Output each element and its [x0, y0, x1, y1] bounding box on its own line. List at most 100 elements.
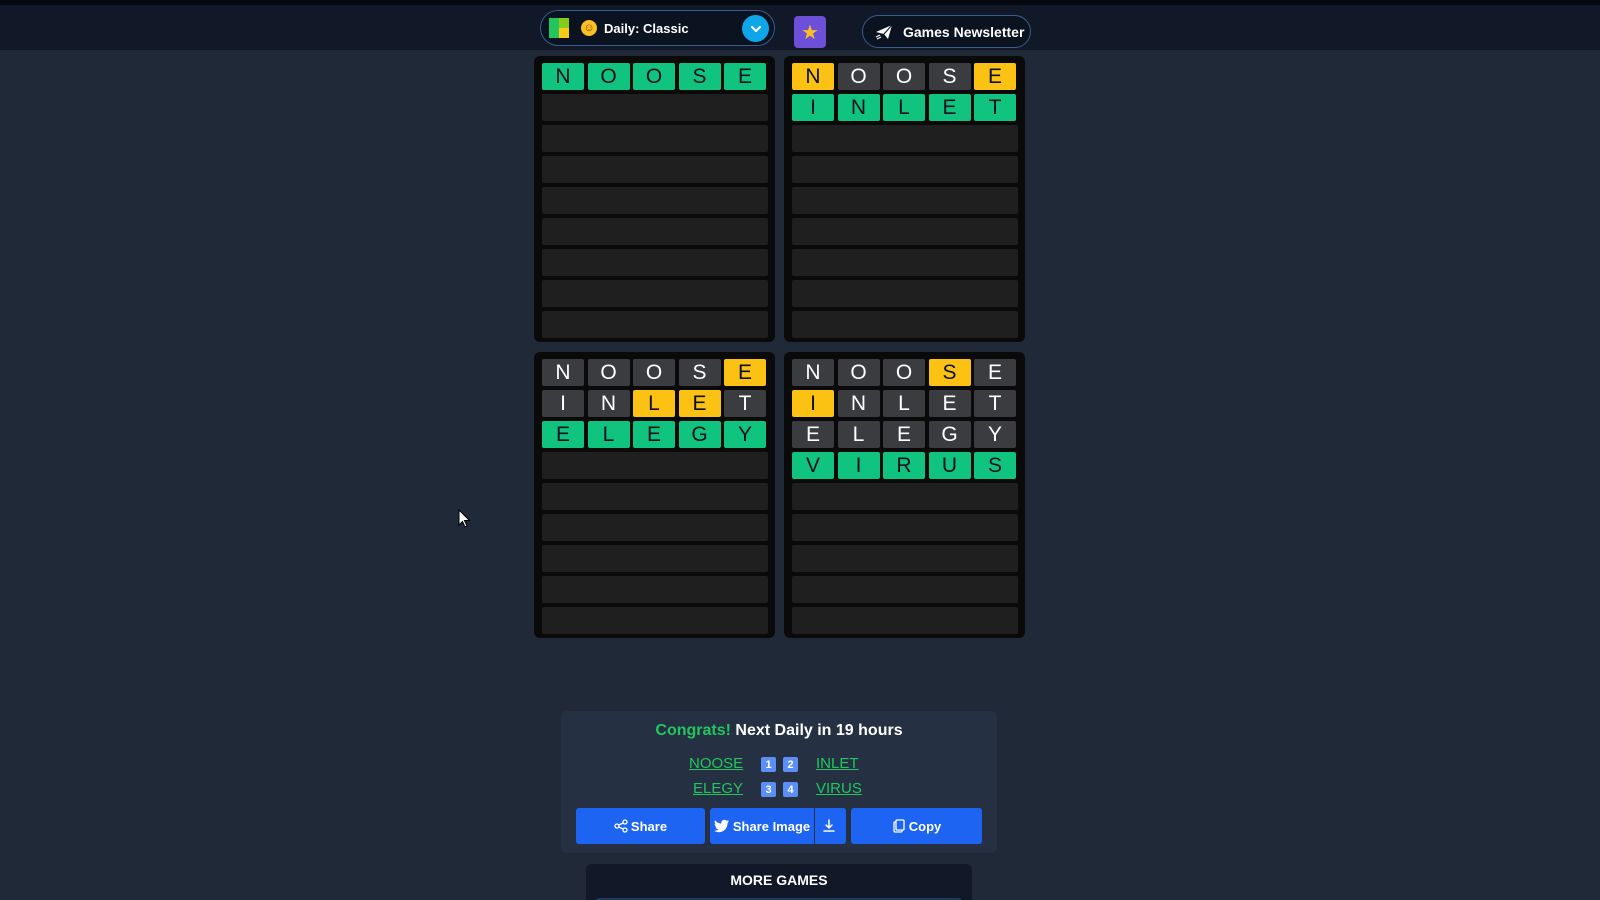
empty-row — [542, 607, 768, 634]
next-daily-text: Next Daily in 19 hours — [735, 722, 903, 739]
answer-link-inlet[interactable]: INLET — [816, 755, 859, 772]
board-badge-1: 1 — [761, 757, 776, 772]
download-button[interactable] — [815, 808, 846, 844]
letter-tile-gray: S — [678, 359, 721, 386]
letter-tile-gray: Y — [974, 421, 1016, 448]
letter-tile-green: E — [724, 63, 766, 90]
share-image-label: Share Image — [732, 818, 811, 834]
share-button[interactable]: Share — [576, 808, 705, 844]
empty-row — [792, 249, 1018, 276]
letter-tile-gray: O — [633, 359, 675, 386]
empty-row — [542, 187, 768, 214]
letter-tile-gray: O — [837, 63, 880, 90]
letter-tile-gray: O — [587, 359, 630, 386]
empty-row — [542, 280, 768, 307]
letter-tile-green: R — [883, 452, 925, 479]
letter-tile-gray: L — [837, 421, 880, 448]
more-games-section: MORE GAMES — [586, 864, 972, 900]
mouse-cursor-icon — [458, 509, 471, 528]
letter-tile-green: Y — [724, 421, 766, 448]
empty-row — [792, 280, 1018, 307]
empty-row — [542, 576, 768, 603]
letter-tile-yellow: N — [792, 63, 834, 90]
empty-row — [792, 514, 1018, 541]
letter-tile-green: S — [678, 63, 721, 90]
mode-dropdown[interactable]: ☺ Daily: Classic — [540, 10, 775, 46]
letter-tile-gray: T — [974, 390, 1016, 417]
empty-row — [542, 545, 768, 572]
answer-link-elegy[interactable]: ELEGY — [693, 780, 743, 797]
empty-row — [792, 483, 1018, 510]
guess-row: NOOSE — [542, 359, 768, 386]
empty-row — [792, 218, 1018, 245]
game-board-3: NOOSEINLETELEGY — [534, 352, 775, 638]
letter-tile-gray: G — [928, 421, 971, 448]
board-badge-4: 4 — [783, 782, 798, 797]
letter-tile-gray: O — [883, 359, 925, 386]
copy-button[interactable]: Copy — [851, 808, 982, 844]
letter-tile-green: E — [928, 94, 971, 121]
game-logo-icon — [549, 18, 569, 38]
more-games-title: MORE GAMES — [730, 872, 828, 888]
letter-tile-yellow: I — [792, 390, 834, 417]
newsletter-label: Games Newsletter — [903, 23, 1025, 40]
letter-tile-yellow: E — [678, 390, 721, 417]
letter-tile-green: N — [837, 94, 880, 121]
letter-tile-green: O — [633, 63, 675, 90]
letter-tile-yellow: S — [928, 359, 971, 386]
empty-row — [542, 94, 768, 121]
empty-row — [542, 125, 768, 152]
letter-tile-gray: L — [883, 390, 925, 417]
letter-tile-green: E — [542, 421, 584, 448]
guess-row: NOOSE — [792, 359, 1018, 386]
empty-row — [542, 452, 768, 479]
letter-tile-green: O — [587, 63, 630, 90]
letter-tile-gray: I — [542, 390, 584, 417]
guess-row: INLET — [792, 390, 1018, 417]
letter-tile-gray: N — [837, 390, 880, 417]
guess-row: VIRUS — [792, 452, 1018, 479]
top-bar: ☺ Daily: Classic ★ Games Newsletter — [0, 0, 1600, 50]
empty-row — [792, 156, 1018, 183]
share-image-button[interactable]: Share Image — [710, 808, 814, 844]
empty-row — [542, 249, 768, 276]
guess-row: INLET — [542, 390, 768, 417]
letter-tile-gray: O — [883, 63, 925, 90]
newsletter-icon — [875, 24, 893, 40]
letter-tile-green: T — [974, 94, 1016, 121]
share-icon — [614, 819, 628, 833]
result-panel: Congrats! Next Daily in 19 hours NOOSE 1… — [561, 711, 997, 853]
empty-row — [542, 156, 768, 183]
download-icon — [823, 819, 835, 832]
twitter-icon — [713, 819, 729, 833]
letter-tile-green: S — [974, 452, 1016, 479]
letter-tile-green: V — [792, 452, 834, 479]
letter-tile-gray: E — [883, 421, 925, 448]
guess-row: ELEGY — [542, 421, 768, 448]
guess-row: NOOSE — [792, 63, 1018, 90]
newsletter-button[interactable]: Games Newsletter — [862, 15, 1031, 48]
answer-link-virus[interactable]: VIRUS — [816, 780, 862, 797]
smiley-icon: ☺ — [581, 20, 597, 36]
answer-link-noose[interactable]: NOOSE — [689, 755, 743, 772]
guess-row: ELEGY — [792, 421, 1018, 448]
share-label: Share — [630, 818, 668, 834]
copy-label: Copy — [908, 818, 942, 834]
letter-tile-green: N — [542, 63, 584, 90]
chevron-down-icon[interactable] — [742, 15, 769, 42]
letter-tile-yellow: E — [974, 63, 1016, 90]
board-badge-2: 2 — [783, 757, 798, 772]
game-board-2: NOOSEINLET — [784, 56, 1025, 342]
empty-row — [792, 311, 1018, 338]
letter-tile-yellow: E — [724, 359, 766, 386]
star-button[interactable]: ★ — [794, 16, 826, 48]
letter-tile-gray: N — [792, 359, 834, 386]
letter-tile-green: L — [587, 421, 630, 448]
letter-tile-gray: N — [542, 359, 584, 386]
letter-tile-gray: E — [928, 390, 971, 417]
clipboard-icon — [893, 819, 905, 833]
empty-row — [792, 187, 1018, 214]
letter-tile-green: L — [883, 94, 925, 121]
empty-row — [542, 483, 768, 510]
letter-tile-green: E — [633, 421, 675, 448]
